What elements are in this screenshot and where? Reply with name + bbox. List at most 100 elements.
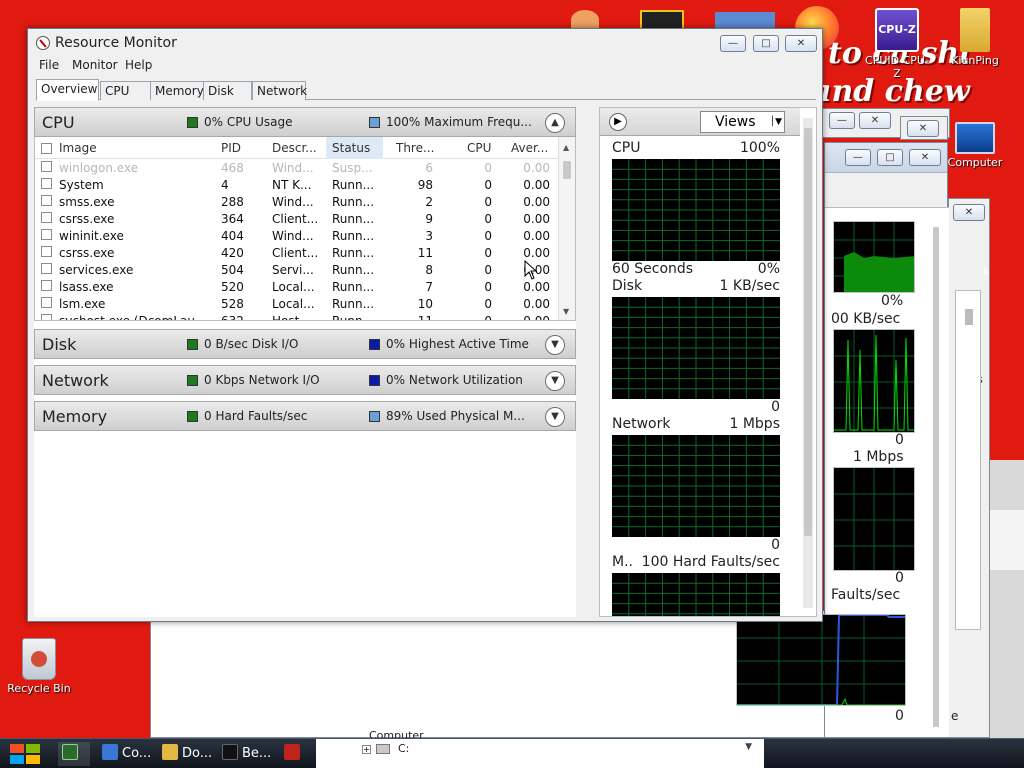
desktop-icon-app[interactable]: [640, 10, 684, 30]
row-checkbox[interactable]: [41, 246, 52, 257]
scroll-down-arrow-icon[interactable]: ▼: [563, 307, 569, 316]
select-all-checkbox[interactable]: [41, 143, 52, 154]
recycle-bin-icon: [22, 638, 56, 680]
panel-scroll-thumb[interactable]: [965, 309, 973, 325]
scroll-up-arrow-icon[interactable]: ▲: [563, 143, 569, 152]
row-checkbox[interactable]: [41, 161, 52, 172]
cell-threads: 9: [425, 212, 433, 226]
desktop-icon-cpuz[interactable]: CPU-Z CPUID CPU-Z: [862, 8, 932, 80]
cpu-graph-min: 0%: [757, 261, 780, 277]
chevron-down-icon[interactable]: ▼: [545, 335, 565, 355]
vertical-scrollbar[interactable]: ▲ ▼: [558, 137, 575, 320]
taskbar-item-do[interactable]: Do...: [158, 742, 214, 766]
desktop-icon-person[interactable]: [571, 10, 599, 30]
menu-monitor[interactable]: Monitor: [72, 58, 118, 72]
scroll-thumb[interactable]: [563, 161, 571, 179]
memory-graph-header: M.. 100 Hard Faults/sec: [612, 554, 780, 570]
network-section-header[interactable]: Network 0 Kbps Network I/O 0% Network Ut…: [34, 365, 576, 395]
overview-pane: CPU 0% CPU Usage 100% Maximum Frequ... ▲…: [34, 107, 576, 617]
cell-cpu: 0: [484, 280, 492, 294]
row-checkbox[interactable]: [41, 263, 52, 274]
menu-help[interactable]: Help: [125, 58, 152, 72]
column-average-cpu[interactable]: Aver...: [511, 137, 548, 159]
row-checkbox[interactable]: [41, 314, 52, 320]
cell-threads: 2: [425, 195, 433, 209]
row-checkbox[interactable]: [41, 229, 52, 240]
disk-section-header[interactable]: Disk 0 B/sec Disk I/O 0% Highest Active …: [34, 329, 576, 359]
tree-dropdown-arrow-icon[interactable]: ▼: [745, 742, 752, 752]
close-button[interactable]: ✕: [785, 35, 817, 52]
tree-expand-icon[interactable]: +: [362, 745, 371, 754]
views-dropdown[interactable]: Views │▼: [700, 111, 785, 133]
row-checkbox[interactable]: [41, 280, 52, 291]
column-image[interactable]: Image: [59, 137, 97, 159]
tab-overview[interactable]: Overview: [36, 79, 99, 101]
column-pid[interactable]: PID: [221, 137, 241, 159]
row-checkbox[interactable]: [41, 212, 52, 223]
row-checkbox[interactable]: [41, 195, 52, 206]
row-checkbox[interactable]: [41, 297, 52, 308]
desktop-icon-recycle-bin[interactable]: Recycle Bin: [4, 638, 74, 695]
close-button[interactable]: ✕: [859, 112, 891, 129]
table-row[interactable]: svchost.exe (DcomLau... 632 Host... Runn...…: [35, 314, 555, 320]
close-button[interactable]: ✕: [907, 120, 939, 137]
taskbar-item-filezilla[interactable]: [280, 742, 310, 766]
chevron-up-icon[interactable]: ▲: [545, 113, 565, 133]
table-row[interactable]: lsm.exe 528 Local... Runn... 10 0 0.00: [35, 297, 555, 314]
taskbar-item-be[interactable]: Be...: [218, 742, 274, 766]
desktop-icon-kiunping[interactable]: KiunPing: [940, 8, 1010, 67]
table-row[interactable]: lsass.exe 520 Local... Runn... 7 0 0.00: [35, 280, 555, 297]
tab-memory[interactable]: Memory: [150, 81, 204, 100]
background-window-4[interactable]: ✕: [900, 116, 948, 140]
row-checkbox[interactable]: [41, 178, 52, 189]
close-button[interactable]: ✕: [909, 149, 941, 166]
table-row[interactable]: System 4 NT K... Runn... 98 0 0.00: [35, 178, 555, 195]
disk-section: Disk 0 B/sec Disk I/O 0% Highest Active …: [34, 329, 576, 359]
table-row[interactable]: winlogon.exe 468 Wind... Susp... 6 0 0.00: [35, 161, 555, 178]
network-utilization-stat: 0% Network Utilization: [386, 373, 523, 387]
tab-disk[interactable]: Disk: [203, 81, 252, 100]
tab-cpu[interactable]: CPU: [100, 81, 151, 100]
desktop-icon-computer[interactable]: Computer: [940, 122, 1010, 169]
network-graph: [612, 435, 780, 537]
table-row[interactable]: csrss.exe 420 Client... Runn... 11 0 0.00: [35, 246, 555, 263]
resource-monitor-window[interactable]: Resource Monitor — □ ✕ File Monitor Help…: [27, 28, 823, 622]
chevron-down-icon[interactable]: ▼: [545, 407, 565, 427]
resource-monitor-icon: [36, 36, 50, 50]
minimize-button[interactable]: —: [829, 112, 855, 129]
close-button[interactable]: ✕: [953, 204, 985, 221]
taskbar-item-co[interactable]: Co...: [98, 742, 154, 766]
bg-graph-disk-svg: [834, 330, 914, 432]
table-row[interactable]: csrss.exe 364 Client... Runn... 9 0 0.00: [35, 212, 555, 229]
column-status[interactable]: Status: [326, 137, 383, 159]
drive-icon: [376, 744, 390, 754]
column-description[interactable]: Descr...: [272, 137, 317, 159]
table-row[interactable]: services.exe 504 Servi... Runn... 8 0 0.00: [35, 263, 555, 280]
bg-scrollbar[interactable]: [933, 227, 939, 727]
maximize-button[interactable]: □: [753, 35, 779, 52]
cpu-process-table: Image PID Descr... Status Thre... CPU Av…: [34, 137, 576, 321]
start-button-windows-icon[interactable]: [8, 741, 42, 767]
minimize-button[interactable]: —: [720, 35, 746, 52]
cpu-section-header[interactable]: CPU 0% CPU Usage 100% Maximum Frequ... ▲: [34, 107, 576, 137]
chevron-down-icon[interactable]: ▼: [545, 371, 565, 391]
table-row[interactable]: smss.exe 288 Wind... Runn... 2 0 0.00: [35, 195, 555, 212]
disk-graph: [612, 297, 780, 399]
cell-avg: 0.00: [523, 195, 550, 209]
taskbar-item-resource-monitor[interactable]: [58, 742, 90, 766]
graphs-scroll-thumb[interactable]: [804, 128, 812, 536]
tab-network[interactable]: Network: [252, 81, 307, 100]
column-threads[interactable]: Thre...: [396, 137, 434, 159]
tree-drive-c[interactable]: C:: [398, 742, 409, 755]
menu-file[interactable]: File: [39, 58, 59, 72]
table-row[interactable]: wininit.exe 404 Wind... Runn... 3 0 0.00: [35, 229, 555, 246]
memory-section-header[interactable]: Memory 0 Hard Faults/sec 89% Used Physic…: [34, 401, 576, 431]
bg-graph-memory: [736, 614, 906, 706]
memory-graph-label: M..: [612, 554, 633, 570]
minimize-button[interactable]: —: [845, 149, 871, 166]
maximize-button[interactable]: □: [877, 149, 903, 166]
collapse-graphs-icon[interactable]: ▶: [609, 113, 627, 131]
graphs-scrollbar[interactable]: [803, 118, 813, 608]
column-cpu[interactable]: CPU: [467, 137, 491, 159]
memory-section: Memory 0 Hard Faults/sec 89% Used Physic…: [34, 401, 576, 431]
